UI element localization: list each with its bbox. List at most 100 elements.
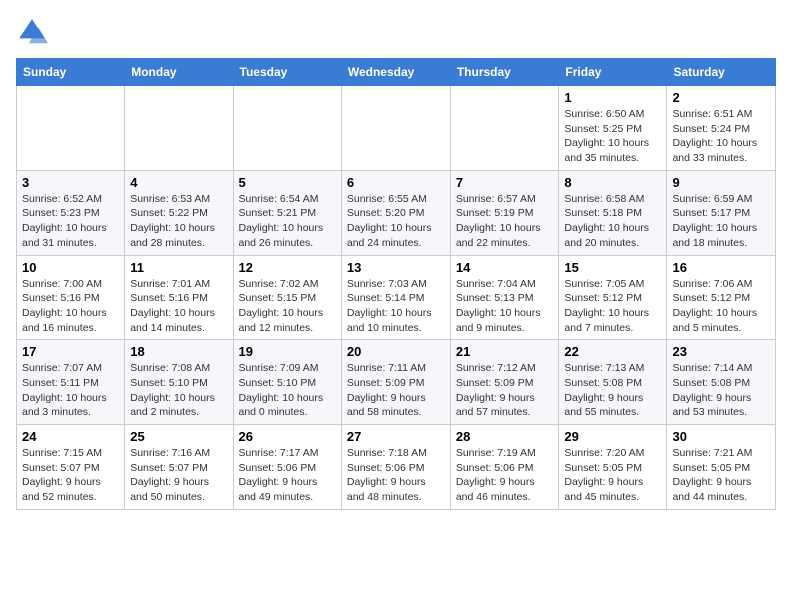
calendar-cell: 11 Sunrise: 7:01 AM Sunset: 5:16 PM Dayli…	[125, 255, 233, 340]
calendar-cell: 13 Sunrise: 7:03 AM Sunset: 5:14 PM Dayli…	[341, 255, 450, 340]
calendar-cell: 22 Sunrise: 7:13 AM Sunset: 5:08 PM Dayli…	[559, 340, 667, 425]
calendar-week-row: 10 Sunrise: 7:00 AM Sunset: 5:16 PM Dayli…	[17, 255, 776, 340]
day-info: Sunrise: 7:11 AM Sunset: 5:09 PM Dayligh…	[347, 361, 445, 420]
calendar-cell: 4 Sunrise: 6:53 AM Sunset: 5:22 PM Daylig…	[125, 170, 233, 255]
day-info: Sunrise: 7:19 AM Sunset: 5:06 PM Dayligh…	[456, 446, 554, 505]
calendar-cell: 3Sunrise: 6:52 AM Sunset: 5:23 PM Daylig…	[17, 170, 125, 255]
weekday-header: Sunday	[17, 59, 125, 86]
day-number: 28	[456, 429, 554, 444]
day-info: Sunrise: 6:58 AM Sunset: 5:18 PM Dayligh…	[564, 192, 661, 251]
calendar-cell: 27Sunrise: 7:18 AM Sunset: 5:06 PM Dayli…	[341, 425, 450, 510]
calendar-header-row: SundayMondayTuesdayWednesdayThursdayFrid…	[17, 59, 776, 86]
day-info: Sunrise: 7:04 AM Sunset: 5:13 PM Dayligh…	[456, 277, 554, 336]
calendar-cell	[341, 86, 450, 171]
day-info: Sunrise: 6:55 AM Sunset: 5:20 PM Dayligh…	[347, 192, 445, 251]
day-number: 2	[672, 90, 770, 105]
day-info: Sunrise: 7:16 AM Sunset: 5:07 PM Dayligh…	[130, 446, 227, 505]
day-info: Sunrise: 7:21 AM Sunset: 5:05 PM Dayligh…	[672, 446, 770, 505]
day-number: 30	[672, 429, 770, 444]
day-info: Sunrise: 7:08 AM Sunset: 5:10 PM Dayligh…	[130, 361, 227, 420]
day-number: 24	[22, 429, 119, 444]
day-number: 16	[672, 260, 770, 275]
day-number: 14	[456, 260, 554, 275]
calendar-cell: 10 Sunrise: 7:00 AM Sunset: 5:16 PM Dayli…	[17, 255, 125, 340]
calendar-cell: 29 Sunrise: 7:20 AM Sunset: 5:05 PM Dayli…	[559, 425, 667, 510]
calendar-cell: 20 Sunrise: 7:11 AM Sunset: 5:09 PM Dayli…	[341, 340, 450, 425]
calendar-cell: 18 Sunrise: 7:08 AM Sunset: 5:10 PM Dayli…	[125, 340, 233, 425]
day-info: Sunrise: 7:14 AM Sunset: 5:08 PM Dayligh…	[672, 361, 770, 420]
logo-icon	[16, 16, 48, 48]
page-header	[16, 16, 776, 48]
day-number: 12	[239, 260, 336, 275]
calendar-cell: 12 Sunrise: 7:02 AM Sunset: 5:15 PM Dayli…	[233, 255, 341, 340]
day-number: 10	[22, 260, 119, 275]
calendar-week-row: 1 Sunrise: 6:50 AM Sunset: 5:25 PM Daylig…	[17, 86, 776, 171]
day-number: 17	[22, 344, 119, 359]
day-number: 13	[347, 260, 445, 275]
weekday-header: Friday	[559, 59, 667, 86]
calendar-cell: 25 Sunrise: 7:16 AM Sunset: 5:07 PM Dayli…	[125, 425, 233, 510]
calendar-cell: 14 Sunrise: 7:04 AM Sunset: 5:13 PM Dayli…	[450, 255, 559, 340]
day-number: 18	[130, 344, 227, 359]
day-info: Sunrise: 7:09 AM Sunset: 5:10 PM Dayligh…	[239, 361, 336, 420]
day-info: Sunrise: 7:13 AM Sunset: 5:08 PM Dayligh…	[564, 361, 661, 420]
calendar-week-row: 17 Sunrise: 7:07 AM Sunset: 5:11 PM Dayli…	[17, 340, 776, 425]
day-number: 19	[239, 344, 336, 359]
calendar-cell: 2 Sunrise: 6:51 AM Sunset: 5:24 PM Daylig…	[667, 86, 776, 171]
day-info: Sunrise: 7:00 AM Sunset: 5:16 PM Dayligh…	[22, 277, 119, 336]
day-info: Sunrise: 6:54 AM Sunset: 5:21 PM Dayligh…	[239, 192, 336, 251]
calendar-cell: 6 Sunrise: 6:55 AM Sunset: 5:20 PM Daylig…	[341, 170, 450, 255]
calendar-week-row: 3Sunrise: 6:52 AM Sunset: 5:23 PM Daylig…	[17, 170, 776, 255]
day-info: Sunrise: 6:53 AM Sunset: 5:22 PM Dayligh…	[130, 192, 227, 251]
calendar-cell: 21 Sunrise: 7:12 AM Sunset: 5:09 PM Dayli…	[450, 340, 559, 425]
logo	[16, 16, 52, 48]
calendar-cell: 15 Sunrise: 7:05 AM Sunset: 5:12 PM Dayli…	[559, 255, 667, 340]
weekday-header: Wednesday	[341, 59, 450, 86]
calendar-cell	[125, 86, 233, 171]
day-info: Sunrise: 7:03 AM Sunset: 5:14 PM Dayligh…	[347, 277, 445, 336]
calendar-cell	[17, 86, 125, 171]
calendar-cell: 17 Sunrise: 7:07 AM Sunset: 5:11 PM Dayli…	[17, 340, 125, 425]
day-info: Sunrise: 7:07 AM Sunset: 5:11 PM Dayligh…	[22, 361, 119, 420]
day-number: 23	[672, 344, 770, 359]
day-number: 5	[239, 175, 336, 190]
day-number: 11	[130, 260, 227, 275]
day-number: 7	[456, 175, 554, 190]
calendar-week-row: 24Sunrise: 7:15 AM Sunset: 5:07 PM Dayli…	[17, 425, 776, 510]
day-info: Sunrise: 7:01 AM Sunset: 5:16 PM Dayligh…	[130, 277, 227, 336]
day-info: Sunrise: 6:50 AM Sunset: 5:25 PM Dayligh…	[564, 107, 661, 166]
calendar-cell: 16 Sunrise: 7:06 AM Sunset: 5:12 PM Dayli…	[667, 255, 776, 340]
day-info: Sunrise: 7:12 AM Sunset: 5:09 PM Dayligh…	[456, 361, 554, 420]
weekday-header: Tuesday	[233, 59, 341, 86]
day-info: Sunrise: 7:06 AM Sunset: 5:12 PM Dayligh…	[672, 277, 770, 336]
day-number: 8	[564, 175, 661, 190]
day-info: Sunrise: 7:02 AM Sunset: 5:15 PM Dayligh…	[239, 277, 336, 336]
day-number: 3	[22, 175, 119, 190]
day-info: Sunrise: 6:59 AM Sunset: 5:17 PM Dayligh…	[672, 192, 770, 251]
day-number: 15	[564, 260, 661, 275]
calendar-cell: 19 Sunrise: 7:09 AM Sunset: 5:10 PM Dayli…	[233, 340, 341, 425]
day-number: 1	[564, 90, 661, 105]
day-info: Sunrise: 7:20 AM Sunset: 5:05 PM Dayligh…	[564, 446, 661, 505]
day-info: Sunrise: 7:18 AM Sunset: 5:06 PM Dayligh…	[347, 446, 445, 505]
day-info: Sunrise: 6:57 AM Sunset: 5:19 PM Dayligh…	[456, 192, 554, 251]
day-number: 9	[672, 175, 770, 190]
calendar-cell	[233, 86, 341, 171]
day-info: Sunrise: 7:05 AM Sunset: 5:12 PM Dayligh…	[564, 277, 661, 336]
calendar-cell: 23 Sunrise: 7:14 AM Sunset: 5:08 PM Dayli…	[667, 340, 776, 425]
day-number: 21	[456, 344, 554, 359]
calendar-table: SundayMondayTuesdayWednesdayThursdayFrid…	[16, 58, 776, 510]
weekday-header: Saturday	[667, 59, 776, 86]
calendar-cell: 5 Sunrise: 6:54 AM Sunset: 5:21 PM Daylig…	[233, 170, 341, 255]
day-number: 4	[130, 175, 227, 190]
calendar-cell: 28 Sunrise: 7:19 AM Sunset: 5:06 PM Dayli…	[450, 425, 559, 510]
day-number: 25	[130, 429, 227, 444]
day-number: 29	[564, 429, 661, 444]
calendar-cell: 26Sunrise: 7:17 AM Sunset: 5:06 PM Dayli…	[233, 425, 341, 510]
day-number: 20	[347, 344, 445, 359]
weekday-header: Monday	[125, 59, 233, 86]
day-number: 22	[564, 344, 661, 359]
day-info: Sunrise: 6:51 AM Sunset: 5:24 PM Dayligh…	[672, 107, 770, 166]
weekday-header: Thursday	[450, 59, 559, 86]
day-number: 6	[347, 175, 445, 190]
